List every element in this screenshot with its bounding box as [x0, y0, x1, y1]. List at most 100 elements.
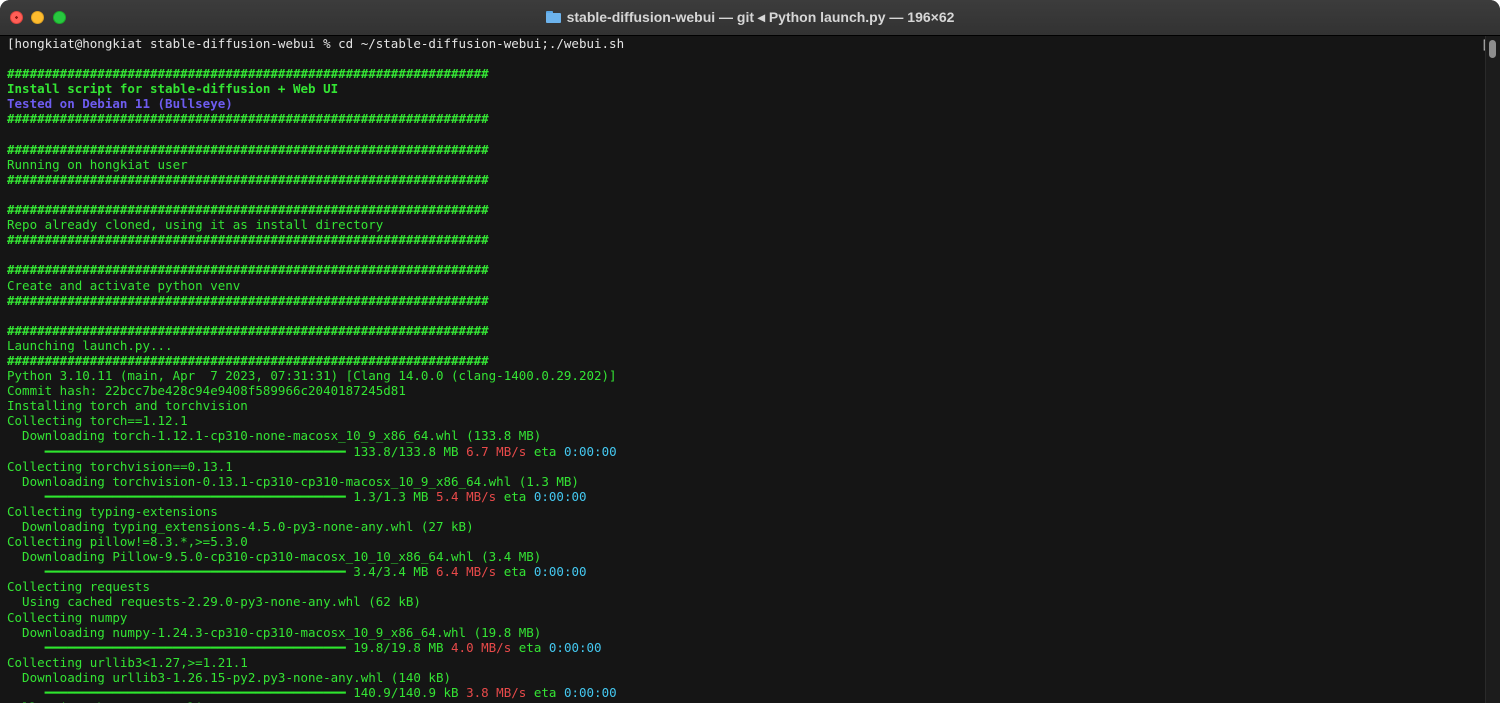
terminal-text: ########################################… — [7, 322, 489, 338]
terminal-line: Collecting requests — [7, 579, 1486, 594]
progress-bar: ━━━━━━━━━━━━━━━━━━━━━━━━━━━━━━━━━━━━━━━━ — [7, 443, 354, 459]
terminal-line: ########################################… — [7, 66, 1486, 81]
terminal-text: 6.4 MB/s — [435, 564, 497, 580]
terminal-text: Downloading Pillow-9.5.0-cp310-cp310-mac… — [7, 549, 542, 565]
terminal-line: ━━━━━━━━━━━━━━━━━━━━━━━━━━━━━━━━━━━━━━━━… — [7, 489, 1486, 504]
terminal-text: Running on hongkiat user — [7, 156, 188, 172]
terminal-line: ━━━━━━━━━━━━━━━━━━━━━━━━━━━━━━━━━━━━━━━━… — [7, 685, 1486, 700]
terminal-line: ########################################… — [7, 323, 1486, 338]
terminal-line: Downloading Pillow-9.5.0-cp310-cp310-mac… — [7, 549, 1486, 564]
terminal-text: ########################################… — [7, 202, 489, 218]
terminal-text: Downloading torch-1.12.1-cp310-none-maco… — [7, 428, 542, 444]
terminal-line: ########################################… — [7, 111, 1486, 126]
terminal-line: Collecting torchvision==0.13.1 — [7, 459, 1486, 474]
terminal-text: 3.8 MB/s — [466, 685, 527, 701]
terminal-line: Downloading torch-1.12.1-cp310-none-maco… — [7, 428, 1486, 443]
terminal-text: 0:00:00 — [563, 443, 617, 459]
terminal-line: Downloading torchvision-0.13.1-cp310-cp3… — [7, 474, 1486, 489]
terminal-text: ########################################… — [7, 171, 489, 187]
terminal-text: Using cached requests-2.29.0-py3-none-an… — [7, 594, 421, 610]
terminal-text: 19.8/19.8 MB — [353, 639, 444, 655]
terminal-line: Create and activate python venv — [7, 278, 1486, 293]
terminal-text: Collecting numpy — [7, 609, 128, 625]
progress-bar: ━━━━━━━━━━━━━━━━━━━━━━━━━━━━━━━━━━━━━━━━ — [7, 639, 354, 655]
terminal-text: ########################################… — [7, 66, 489, 82]
terminal-line: Tested on Debian 11 (Bullseye) — [7, 96, 1486, 111]
terminal-text: eta — [526, 685, 564, 701]
terminal-text: 0:00:00 — [533, 564, 587, 580]
terminal-text: ########################################… — [7, 292, 489, 308]
terminal-text: ########################################… — [7, 352, 489, 368]
terminal-line: Downloading typing_extensions-4.5.0-py3-… — [7, 519, 1486, 534]
terminal-text: ########################################… — [7, 141, 489, 157]
terminal-line: Install script for stable-diffusion + We… — [7, 81, 1486, 96]
terminal-line: ########################################… — [7, 142, 1486, 157]
terminal-text: [hongkiat@hongkiat stable-diffusion-webu… — [7, 36, 625, 51]
terminal-line: Collecting typing-extensions — [7, 504, 1486, 519]
terminal-line: [hongkiat@hongkiat stable-diffusion-webu… — [7, 36, 1486, 51]
terminal-text: ########################################… — [7, 262, 489, 278]
terminal-text: 1.3/1.3 MB — [353, 488, 429, 504]
terminal-line: ########################################… — [7, 202, 1486, 217]
terminal-text: 4.0 MB/s — [451, 639, 512, 655]
terminal-text: 0:00:00 — [563, 685, 617, 701]
terminal-text: 140.9/140.9 kB — [353, 685, 459, 701]
terminal-text: Downloading typing_extensions-4.5.0-py3-… — [7, 519, 474, 534]
terminal-window: stable-diffusion-webui — git ◂ Python la… — [0, 0, 1500, 703]
progress-bar: ━━━━━━━━━━━━━━━━━━━━━━━━━━━━━━━━━━━━━━━━ — [7, 685, 354, 701]
terminal-line: Collecting pillow!=8.3.*,>=5.3.0 — [7, 534, 1486, 549]
terminal-line: Collecting torch==1.12.1 — [7, 413, 1486, 428]
terminal-text: Commit hash: 22bcc7be428c94e9408f589966c… — [7, 383, 406, 399]
window-title: stable-diffusion-webui — git ◂ Python la… — [0, 9, 1500, 26]
terminal-text: Collecting urllib3<1.27,>=1.21.1 — [7, 654, 248, 670]
terminal-text: Repo already cloned, using it as install… — [7, 217, 384, 233]
terminal-line: Downloading urllib3-1.26.15-py2.py3-none… — [7, 670, 1486, 685]
terminal-line: Using cached requests-2.29.0-py3-none-an… — [7, 594, 1486, 609]
folder-icon — [545, 11, 561, 23]
terminal-text: Collecting torch==1.12.1 — [7, 413, 188, 429]
terminal-text: Downloading urllib3-1.26.15-py2.py3-none… — [7, 669, 452, 685]
terminal-text: eta — [526, 443, 564, 459]
terminal-text: Tested on Debian 11 (Bullseye) — [7, 96, 233, 112]
terminal-line: Downloading numpy-1.24.3-cp310-cp310-mac… — [7, 625, 1486, 640]
terminal-text: Installing torch and torchvision — [7, 398, 248, 414]
terminal-text: Downloading numpy-1.24.3-cp310-cp310-mac… — [7, 624, 542, 640]
terminal-text: eta — [496, 488, 534, 504]
scrollbar-thumb[interactable] — [1489, 40, 1496, 58]
terminal-text: 5.4 MB/s — [435, 488, 497, 504]
terminal-line: Running on hongkiat user — [7, 157, 1486, 172]
terminal-line: ━━━━━━━━━━━━━━━━━━━━━━━━━━━━━━━━━━━━━━━━… — [7, 640, 1486, 655]
terminal-line: Collecting urllib3<1.27,>=1.21.1 — [7, 655, 1486, 670]
terminal-line: ########################################… — [7, 353, 1486, 368]
terminal-text: 133.8/133.8 MB — [353, 443, 459, 459]
terminal-line: ########################################… — [7, 262, 1486, 277]
terminal-line: Installing torch and torchvision — [7, 398, 1486, 413]
terminal-output[interactable]: [hongkiat@hongkiat stable-diffusion-webu… — [0, 36, 1486, 703]
terminal-text: Collecting torchvision==0.13.1 — [7, 458, 233, 474]
terminal-text: eta — [496, 564, 534, 580]
terminal-text: Launching launch.py... — [7, 337, 173, 353]
terminal-text: 3.4/3.4 MB — [353, 564, 429, 580]
terminal-line: Commit hash: 22bcc7be428c94e9408f589966c… — [7, 383, 1486, 398]
scrollbar[interactable] — [1485, 36, 1500, 703]
terminal-line: ━━━━━━━━━━━━━━━━━━━━━━━━━━━━━━━━━━━━━━━━… — [7, 564, 1486, 579]
terminal-text: Create and activate python venv — [7, 277, 241, 293]
terminal-text: Downloading torchvision-0.13.1-cp310-cp3… — [7, 473, 579, 489]
terminal-text: 0:00:00 — [548, 639, 602, 655]
terminal-line: Collecting numpy — [7, 610, 1486, 625]
title-bar[interactable]: stable-diffusion-webui — git ◂ Python la… — [0, 0, 1500, 36]
terminal-line: ########################################… — [7, 232, 1486, 247]
terminal-text: ########################################… — [7, 111, 489, 127]
terminal-text: Python 3.10.11 (main, Apr 7 2023, 07:31:… — [7, 368, 617, 384]
terminal-text: Collecting typing-extensions — [7, 503, 218, 519]
terminal-line: ########################################… — [7, 172, 1486, 187]
terminal-text: 6.7 MB/s — [466, 443, 527, 459]
terminal-text: 0:00:00 — [533, 488, 587, 504]
